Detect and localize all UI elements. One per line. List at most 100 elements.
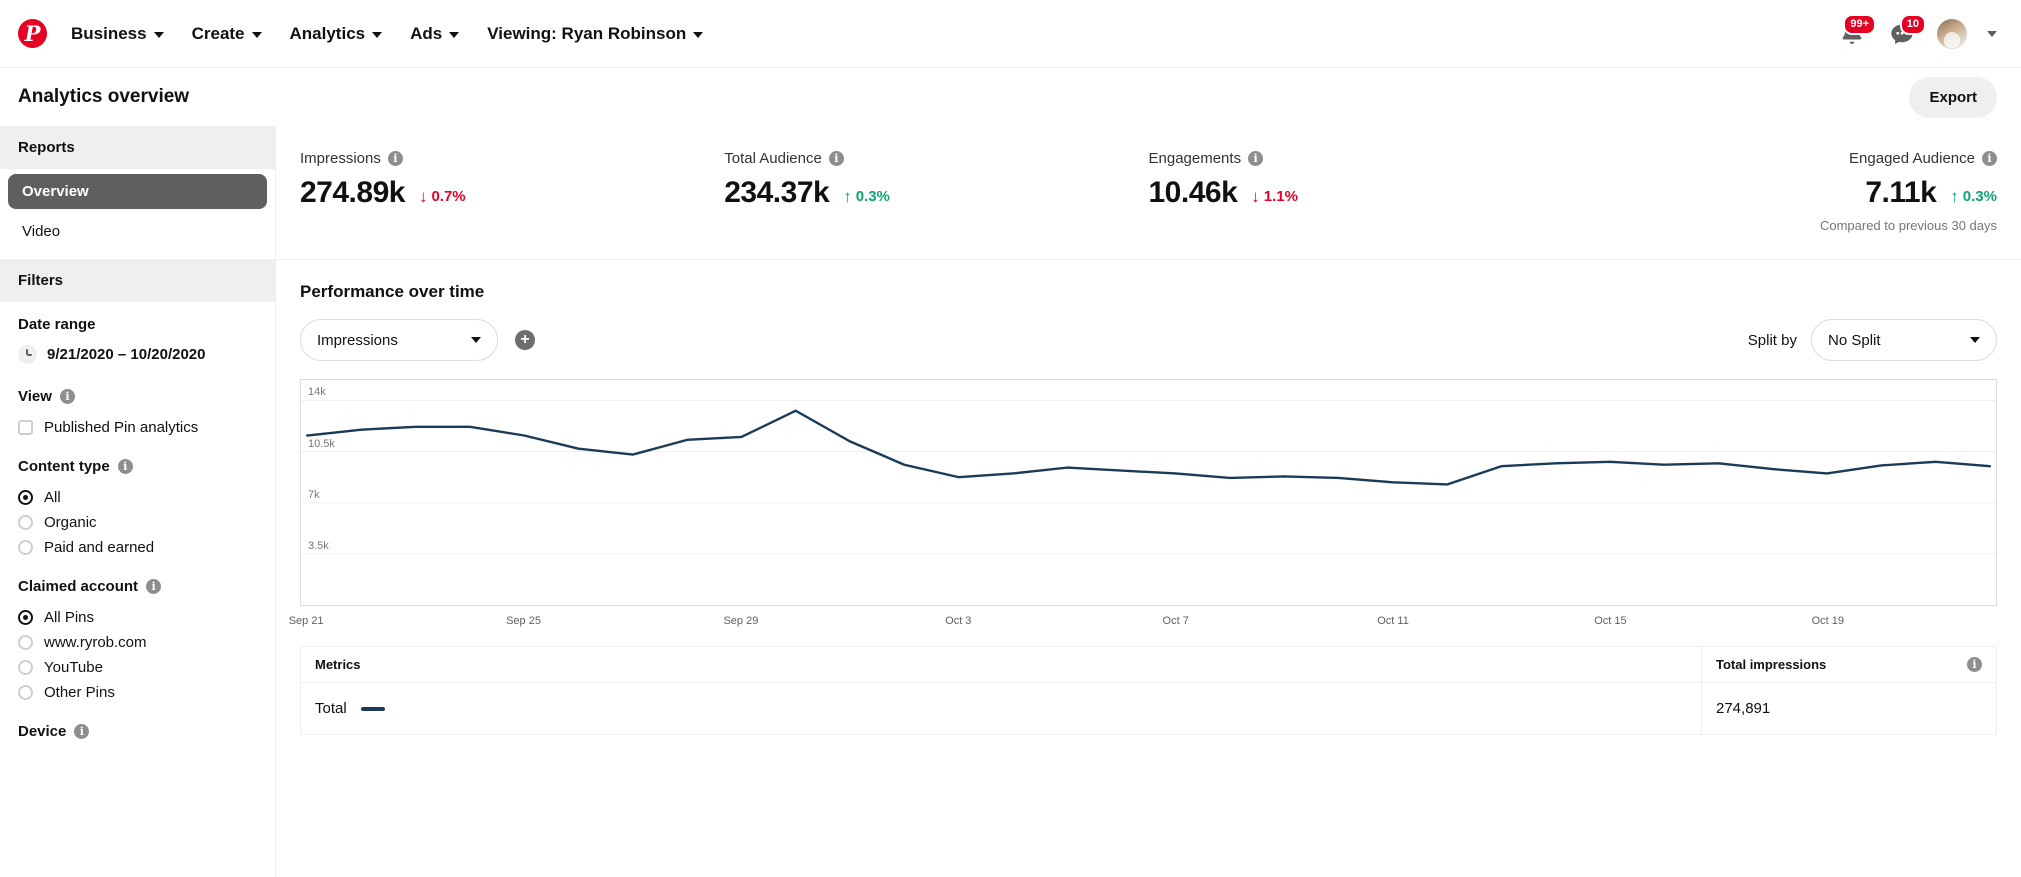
info-icon[interactable]: i [59,389,75,404]
nav-item-label: Create [191,23,245,43]
column-header-total-impressions: Total impressions i [1701,647,1996,682]
messages-button[interactable]: 10 [1887,13,1926,49]
metric-value-row: 7.11k ↑ 0.3% [1573,176,1997,210]
sidebar-section-filters: Filters [0,259,275,302]
radio-icon [18,685,33,700]
x-axis-tick: Oct 19 [1811,615,1845,627]
line-chart-plot: 3.5k 7k 10.5k 14k [300,379,1997,606]
sidebar-item-video[interactable]: Video [8,214,267,249]
info-icon[interactable]: i [146,579,162,594]
radio-content-type-paid-and-earned[interactable]: Paid and earned [18,535,257,560]
chevron-down-icon[interactable] [1987,30,1997,37]
pinterest-logo-icon[interactable]: P [18,19,47,48]
export-button[interactable]: Export [1909,76,1997,118]
plus-circle-icon[interactable]: + [515,330,535,350]
device-filter-block: Device i [0,709,275,754]
info-icon[interactable]: i [1248,151,1264,166]
nav-item-viewing-account[interactable]: Viewing: Ryan Robinson [473,18,717,50]
sidebar-item-overview[interactable]: Overview [8,174,267,209]
metric-label: Total Audience i [724,150,1148,167]
checkbox-icon [18,420,33,435]
nav-right-group: 99+ 10 [1837,13,1997,49]
claimed-account-title: Claimed account [18,578,139,595]
split-by-value: No Split [1828,331,1881,349]
sidebar: Reports Overview Video Filters Date rang… [0,126,276,877]
checkbox-published-pin-analytics[interactable]: Published Pin analytics [18,415,257,440]
option-label: All Pins [44,609,95,626]
radio-content-type-all[interactable]: All [18,485,257,510]
performance-chart-section: Performance over time Impressions + Spli… [276,260,2021,634]
arrow-up-icon: ↑ [843,187,852,206]
date-range-value: 9/21/2020 – 10/20/2020 [47,346,206,363]
metric-label-text: Engaged Audience [1849,150,1975,167]
radio-icon [18,540,33,555]
metric-delta-value: 0.7% [431,188,466,205]
notifications-button[interactable]: 99+ [1837,13,1876,49]
device-label: Device i [18,723,257,740]
date-range-picker[interactable]: 9/21/2020 – 10/20/2020 [18,343,257,370]
cell-metric-name: Total [301,683,1701,734]
body-layout: Reports Overview Video Filters Date rang… [0,126,2021,877]
page-header: Analytics overview Export [0,68,2021,126]
chevron-down-icon [693,31,704,38]
info-icon[interactable]: i [1967,657,1982,672]
metric-delta: ↓ 0.7% [419,188,466,205]
metric-value-row: 234.37k ↑ 0.3% [724,176,1148,210]
chart-gridlines [301,399,1996,555]
column-header-label: Total impressions [1716,657,1827,672]
metric-value: 7.11k [1865,176,1937,209]
option-label: Organic [44,514,97,531]
radio-icon [18,635,33,650]
radio-claimed-youtube[interactable]: YouTube [18,655,257,680]
info-icon[interactable]: i [387,151,403,166]
sidebar-item-label: Overview [22,183,89,200]
main-content: Impressions i 274.89k ↓ 0.7% Total Audie… [276,126,2021,877]
metric-label: Engaged Audience i [1573,150,1997,167]
cell-total-impressions: 274,891 [1701,683,1996,734]
y-axis-tick: 3.5k [308,539,329,552]
column-header-metrics: Metrics [315,657,361,672]
nav-item-business[interactable]: Business [57,18,178,50]
chart-controls: Impressions + Split by No Split [300,319,1997,361]
info-icon[interactable]: i [117,459,133,474]
option-label: www.ryrob.com [44,634,147,651]
option-label: Published Pin analytics [44,419,199,436]
nav-item-create[interactable]: Create [178,18,276,50]
metric-label-text: Impressions [300,150,381,167]
radio-claimed-website[interactable]: www.ryrob.com [18,630,257,655]
nav-item-analytics[interactable]: Analytics [276,18,397,50]
nav-item-label: Business [71,23,147,43]
option-label: YouTube [44,659,103,676]
metric-select[interactable]: Impressions [300,319,498,361]
arrow-down-icon: ↓ [1251,187,1260,206]
option-label: Other Pins [44,684,115,701]
metric-delta-value: 1.1% [1263,188,1298,205]
chevron-down-icon [449,31,460,38]
info-icon[interactable]: i [1982,151,1997,166]
arrow-up-icon: ↑ [1950,187,1959,206]
y-axis-tick: 14k [308,386,326,399]
chart-series-total [305,409,1992,486]
metric-label-text: Total Audience [724,150,822,167]
view-filter-label: View i [18,388,257,405]
split-by-select[interactable]: No Split [1811,319,1997,361]
claimed-account-label: Claimed account i [18,578,257,595]
line-swatch-icon [360,706,385,711]
line-chart-svg [301,399,1996,555]
radio-content-type-organic[interactable]: Organic [18,510,257,535]
chevron-down-icon [153,31,164,38]
option-label: Paid and earned [44,539,155,556]
chart-title: Performance over time [300,282,485,301]
avatar[interactable] [1937,18,1967,49]
radio-icon [18,610,33,625]
info-icon[interactable]: i [828,151,844,166]
clock-icon [18,345,37,364]
split-by-group: Split by No Split [1748,319,1997,361]
radio-claimed-other-pins[interactable]: Other Pins [18,680,257,705]
option-label: All [44,489,61,506]
metric-select-value: Impressions [317,331,398,349]
info-icon[interactable]: i [74,724,90,739]
radio-claimed-all-pins[interactable]: All Pins [18,605,257,630]
table-row: Total 274,891 [301,683,1996,734]
nav-item-ads[interactable]: Ads [396,18,473,50]
